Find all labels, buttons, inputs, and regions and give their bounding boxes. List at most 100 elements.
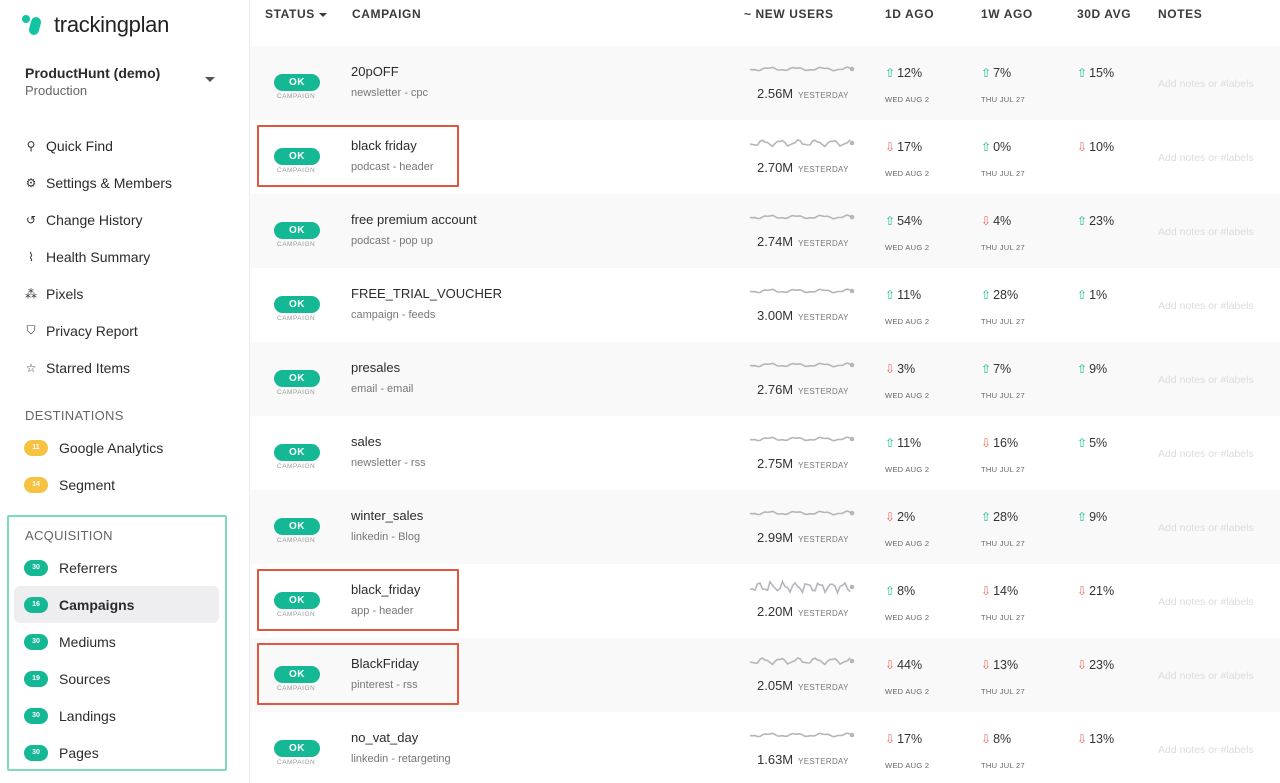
table-row[interactable]: OK CAMPAIGN FREE_TRIAL_VOUCHER campaign - f… (250, 268, 1280, 342)
arrow-up-icon: ⇧ (981, 66, 992, 80)
campaign-source-medium: newsletter - rss (351, 457, 426, 469)
sidebar-item-google-analytics[interactable]: 11 Google Analytics (14, 429, 219, 466)
campaign-name[interactable]: free premium account (351, 212, 477, 227)
notes-input[interactable]: Add notes or #labels (1158, 670, 1254, 682)
notes-input[interactable]: Add notes or #labels (1158, 152, 1254, 164)
status-ok-badge[interactable]: OK (274, 518, 320, 535)
campaign-name[interactable]: winter_sales (351, 508, 423, 523)
sidebar-nav: ⚲ Quick Find ⚙ Settings & Members ↺ Change Hi… (14, 127, 219, 386)
table-row[interactable]: OK CAMPAIGN free premium account podcast - … (250, 194, 1280, 268)
new-users-value: 1.63M YESTERDAY (757, 752, 849, 767)
metric-1d-date: WED AUG 2 (885, 243, 930, 252)
sidebar-item-starred-items[interactable]: ☆ Starred Items (14, 349, 219, 386)
metric-1d-date: WED AUG 2 (885, 317, 930, 326)
metric-1d: ⇧ 54% (885, 214, 923, 228)
header-status[interactable]: STATUS (265, 7, 327, 21)
arrow-down-icon: ⇩ (1077, 140, 1088, 154)
arrow-down-icon: ⇩ (981, 658, 992, 672)
header-30d-avg[interactable]: 30D AVG (1077, 7, 1131, 21)
campaign-name[interactable]: FREE_TRIAL_VOUCHER (351, 286, 502, 301)
notes-input[interactable]: Add notes or #labels (1158, 78, 1254, 90)
table-row[interactable]: OK CAMPAIGN 20pOFF newsletter - cpc 2.56M YES… (250, 46, 1280, 120)
metric-1d: ⇩ 17% (885, 732, 923, 746)
metric-1w: ⇧ 28% (981, 510, 1019, 524)
new-users-sparkline (750, 66, 855, 72)
notes-input[interactable]: Add notes or #labels (1158, 744, 1254, 756)
arrow-up-icon: ⇧ (885, 436, 896, 450)
notes-input[interactable]: Add notes or #labels (1158, 448, 1254, 460)
notes-input[interactable]: Add notes or #labels (1158, 596, 1254, 608)
arrow-up-icon: ⇧ (1077, 362, 1088, 376)
status-type-label: CAMPAIGN (277, 463, 316, 470)
arrow-up-icon: ⇧ (1077, 436, 1088, 450)
table-row[interactable]: OK CAMPAIGN black friday podcast - header 2.… (250, 120, 1280, 194)
sidebar-item-settings-members[interactable]: ⚙ Settings & Members (14, 164, 219, 201)
table-row[interactable]: OK CAMPAIGN presales email - email 2.76M YEST… (250, 342, 1280, 416)
new-users-value: 2.76M YESTERDAY (757, 382, 849, 397)
notes-input[interactable]: Add notes or #labels (1158, 522, 1254, 534)
metric-1w: ⇩ 13% (981, 658, 1019, 672)
status-type-label: CAMPAIGN (277, 93, 316, 100)
table-row[interactable]: OK CAMPAIGN sales newsletter - rss 2.75M YEST… (250, 416, 1280, 490)
notes-input[interactable]: Add notes or #labels (1158, 300, 1254, 312)
sidebar-item-pixels[interactable]: ⁂ Pixels (14, 275, 219, 312)
metric-1w-date: THU JUL 27 (981, 539, 1025, 548)
arrow-down-icon: ⇩ (981, 584, 992, 598)
table-row[interactable]: OK CAMPAIGN no_vat_day linkedin - retargeti… (250, 712, 1280, 783)
metric-1w-date: THU JUL 27 (981, 169, 1025, 178)
table-row[interactable]: OK CAMPAIGN winter_sales linkedin - Blog 2.9… (250, 490, 1280, 564)
sidebar-item-health-summary[interactable]: ⌇ Health Summary (14, 238, 219, 275)
table-row[interactable]: OK CAMPAIGN black_friday app - header 2.20M Y… (250, 564, 1280, 638)
sidebar: trackingplan ProductHunt (demo) Producti… (0, 0, 250, 783)
metric-1d: ⇩ 3% (885, 362, 916, 376)
highlight-box (257, 643, 459, 705)
header-1w-ago[interactable]: 1W AGO (981, 7, 1033, 21)
status-ok-badge[interactable]: OK (274, 740, 320, 757)
sidebar-item-change-history[interactable]: ↺ Change History (14, 201, 219, 238)
status-ok-badge[interactable]: OK (274, 296, 320, 313)
campaign-name[interactable]: presales (351, 360, 400, 375)
metric-1d: ⇩ 17% (885, 140, 923, 154)
sidebar-item-segment[interactable]: 14 Segment (14, 466, 219, 503)
campaign-source-medium: email - email (351, 383, 414, 395)
metric-1w-date: THU JUL 27 (981, 687, 1025, 696)
brand-logo[interactable]: trackingplan (22, 12, 169, 38)
notes-input[interactable]: Add notes or #labels (1158, 374, 1254, 386)
notes-input[interactable]: Add notes or #labels (1158, 226, 1254, 238)
arrow-up-icon: ⇧ (981, 288, 992, 302)
status-ok-badge[interactable]: OK (274, 74, 320, 91)
sidebar-item-privacy-report[interactable]: ⛉ Privacy Report (14, 312, 219, 349)
campaign-name[interactable]: no_vat_day (351, 730, 418, 745)
status-ok-badge[interactable]: OK (274, 444, 320, 461)
highlight-box (257, 125, 459, 187)
arrow-up-icon: ⇧ (885, 66, 896, 80)
metric-30d: ⇩ 23% (1077, 658, 1115, 672)
campaign-source-medium: linkedin - Blog (351, 531, 421, 543)
yesterday-label: YESTERDAY (798, 535, 849, 544)
new-users-sparkline (750, 362, 855, 368)
arrow-up-icon: ⇧ (981, 140, 992, 154)
metric-1w-date: THU JUL 27 (981, 391, 1025, 400)
metric-1d: ⇧ 11% (885, 436, 922, 450)
metric-1d: ⇩ 2% (885, 510, 916, 524)
arrow-down-icon: ⇩ (981, 214, 992, 228)
metric-1w: ⇧ 0% (981, 140, 1012, 154)
new-users-sparkline (750, 579, 855, 596)
campaign-name[interactable]: sales (351, 434, 381, 449)
header-campaign[interactable]: CAMPAIGN (352, 7, 421, 21)
campaign-source-medium: podcast - pop up (351, 235, 433, 247)
campaign-name[interactable]: 20pOFF (351, 64, 399, 79)
arrow-down-icon: ⇩ (981, 436, 992, 450)
status-ok-badge[interactable]: OK (274, 222, 320, 239)
count-badge: 14 (24, 476, 48, 493)
table-row[interactable]: OK CAMPAIGN BlackFriday pinterest - rss 2.05… (250, 638, 1280, 712)
workspace-selector[interactable]: ProductHunt (demo) Production (25, 65, 215, 98)
metric-1w: ⇩ 14% (981, 584, 1019, 598)
yesterday-label: YESTERDAY (798, 91, 849, 100)
header-new-users[interactable]: ~ NEW USERS (744, 7, 834, 21)
arrow-down-icon: ⇩ (1077, 584, 1088, 598)
header-1d-ago[interactable]: 1D AGO (885, 7, 934, 21)
status-ok-badge[interactable]: OK (274, 370, 320, 387)
sidebar-item-quick-find[interactable]: ⚲ Quick Find (14, 127, 219, 164)
arrow-down-icon: ⇩ (885, 510, 896, 524)
